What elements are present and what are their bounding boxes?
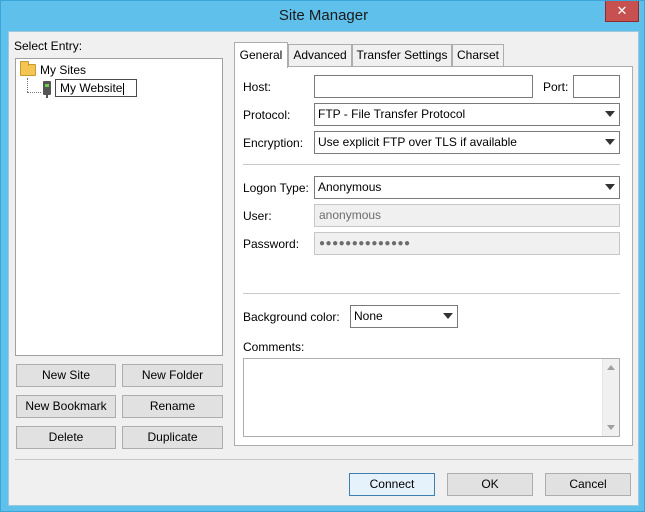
tree-item-rename-input[interactable]: My Website (55, 79, 137, 97)
ok-button[interactable]: OK (447, 473, 533, 496)
close-button[interactable]: ✕ (605, 1, 639, 22)
port-input[interactable] (573, 75, 620, 98)
protocol-select-value: FTP - File Transfer Protocol (318, 107, 466, 121)
title-bar[interactable]: Site Manager ✕ (1, 1, 645, 31)
encryption-label: Encryption: (243, 136, 304, 150)
general-tab-panel: Host: Port: Protocol: FTP - File Transfe… (234, 66, 633, 446)
protocol-select[interactable]: FTP - File Transfer Protocol (314, 103, 620, 126)
tree-connector (27, 92, 41, 93)
folder-icon (20, 61, 36, 76)
host-input[interactable] (314, 75, 533, 98)
tab-advanced[interactable]: Advanced (288, 44, 352, 66)
dropdown-arrow-icon (443, 313, 453, 319)
encryption-select[interactable]: Use explicit FTP over TLS if available (314, 131, 620, 154)
connect-button[interactable]: Connect (349, 473, 435, 496)
site-manager-window: Site Manager ✕ Select Entry: My Sites My… (0, 0, 645, 512)
tab-charset[interactable]: Charset (452, 44, 504, 66)
delete-button[interactable]: Delete (16, 426, 116, 449)
tree-item-my-sites[interactable]: My Sites (16, 59, 136, 79)
logon-type-select[interactable]: Anonymous (314, 176, 620, 199)
background-color-label: Background color: (243, 310, 340, 324)
logon-type-select-value: Anonymous (318, 180, 382, 194)
text-caret (123, 82, 125, 95)
comments-scrollbar[interactable] (602, 359, 619, 436)
settings-tabs: General Advanced Transfer Settings Chars… (234, 42, 634, 447)
dropdown-arrow-icon (605, 111, 615, 117)
cancel-button[interactable]: Cancel (545, 473, 631, 496)
divider (243, 293, 620, 294)
new-bookmark-button[interactable]: New Bookmark (16, 395, 116, 418)
dialog-body: Select Entry: My Sites My Website New Si… (8, 31, 639, 506)
tree-connector (27, 78, 28, 92)
close-icon: ✕ (616, 3, 628, 18)
rename-button[interactable]: Rename (122, 395, 223, 418)
port-label: Port: (543, 80, 569, 94)
background-color-select[interactable]: None (350, 305, 458, 328)
select-entry-label: Select Entry: (14, 39, 83, 53)
dropdown-arrow-icon (605, 139, 615, 145)
encryption-select-value: Use explicit FTP over TLS if available (318, 135, 517, 149)
divider (243, 164, 620, 165)
background-color-select-value: None (354, 309, 383, 323)
scroll-down-icon[interactable] (607, 425, 615, 430)
user-label: User: (243, 209, 272, 223)
duplicate-button[interactable]: Duplicate (122, 426, 223, 449)
rename-input-value: My Website (60, 81, 123, 95)
site-tree[interactable]: My Sites My Website (15, 58, 223, 356)
tab-transfer-settings[interactable]: Transfer Settings (352, 44, 452, 66)
user-input: anonymous (314, 204, 620, 227)
password-input: ●●●●●●●●●●●●●● (314, 232, 620, 255)
scroll-up-icon[interactable] (607, 365, 615, 370)
new-folder-button[interactable]: New Folder (122, 364, 223, 387)
footer-divider (15, 459, 633, 460)
comments-textarea[interactable] (243, 358, 620, 437)
comments-label: Comments: (243, 340, 305, 354)
logon-type-label: Logon Type: (243, 181, 309, 195)
new-site-button[interactable]: New Site (16, 364, 116, 387)
protocol-label: Protocol: (243, 108, 291, 122)
tree-item-label: My Sites (40, 63, 87, 77)
dropdown-arrow-icon (605, 184, 615, 190)
server-icon (43, 81, 51, 98)
host-label: Host: (243, 80, 272, 94)
tab-general[interactable]: General (234, 42, 288, 68)
window-title: Site Manager (278, 7, 369, 24)
password-label: Password: (243, 237, 300, 251)
